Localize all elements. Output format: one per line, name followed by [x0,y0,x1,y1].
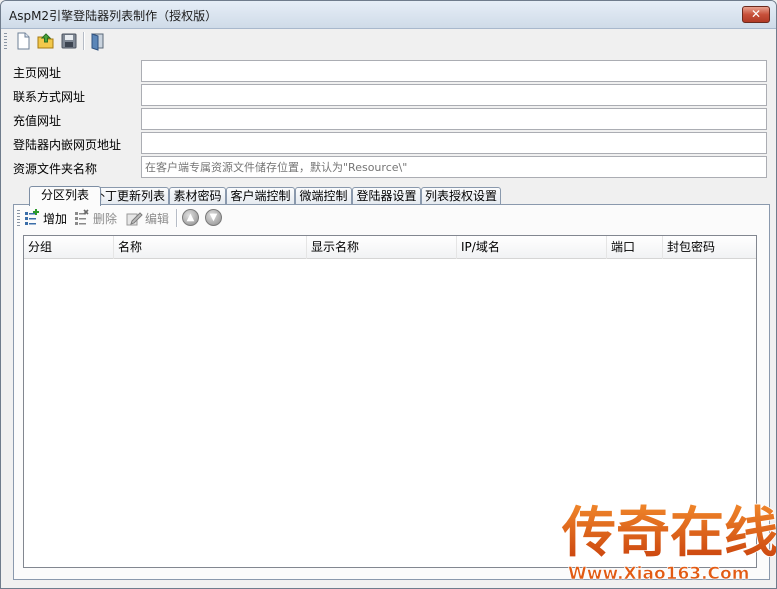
tab-asset-password[interactable]: 素材密码 [169,187,226,205]
add-row-icon [25,209,39,225]
move-down-button[interactable]: ▼ [205,209,222,226]
open-folder-icon [37,33,54,49]
column-header-group[interactable]: 分组 [24,236,114,259]
toolbar-separator [83,32,84,50]
list-toolbar: 增加 删除 编辑 ▲ ▼ [14,205,769,231]
move-up-button[interactable]: ▲ [182,209,199,226]
delete-row-icon [75,209,89,225]
new-file-button[interactable] [13,31,33,51]
arrow-down-icon: ▼ [209,212,218,223]
resource-folder-label: 资源文件夹名称 [13,162,98,176]
recharge-input[interactable] [141,108,767,130]
save-button[interactable] [59,31,79,51]
tab-strip: 分区列表 补丁更新列表 素材密码 客户端控制 微端控制 登陆器设置 列表授权设置 [15,186,775,206]
new-file-icon [17,32,30,50]
tab-server-list[interactable]: 分区列表 [29,186,101,206]
watermark-logo: 传奇在线 Www.Xiao163.Com [556,479,776,587]
tab-patch-list[interactable]: 补丁更新列表 [89,187,169,205]
close-button[interactable]: ✕ [742,6,770,23]
list-toolbar-grip[interactable] [17,210,20,226]
main-window: AspM2引擎登陆器列表制作（授权版） ✕ 主页网址 联系方式网址 充值网址 登… [0,0,777,589]
edit-pencil-icon [126,212,143,226]
tab-list-license[interactable]: 列表授权设置 [421,187,501,205]
save-icon [61,33,77,49]
edit-button-label: 编辑 [145,211,170,226]
column-header-ip-domain[interactable]: IP/域名 [457,236,607,259]
exit-button[interactable] [88,31,108,51]
homepage-input[interactable] [141,60,767,82]
exit-icon [91,33,104,51]
contact-label: 联系方式网址 [13,90,86,104]
toolbar-grip[interactable] [4,33,7,49]
tab-microclient-control[interactable]: 微端控制 [295,187,352,205]
recharge-label: 充值网址 [13,114,62,128]
add-button[interactable]: 增加 [23,208,67,228]
add-button-label: 增加 [43,211,68,226]
embedded-page-input[interactable] [141,132,767,154]
column-header-port[interactable]: 端口 [607,236,663,259]
main-toolbar [1,29,776,53]
edit-button[interactable]: 编辑 [125,208,169,228]
list-header: 分组 名称 显示名称 IP/域名 端口 封包密码 [24,236,756,259]
tab-launcher-settings[interactable]: 登陆器设置 [352,187,421,205]
title-bar: AspM2引擎登陆器列表制作（授权版） ✕ [1,1,776,29]
column-header-name[interactable]: 名称 [114,236,307,259]
contact-input[interactable] [141,84,767,106]
window-title: AspM2引擎登陆器列表制作（授权版） [9,9,218,23]
embedded-page-label: 登陆器内嵌网页地址 [13,138,122,152]
arrow-up-icon: ▲ [186,212,195,223]
resource-folder-input[interactable] [141,156,767,178]
column-header-packet-password[interactable]: 封包密码 [663,236,756,259]
open-button[interactable] [36,31,56,51]
delete-button-label: 删除 [93,211,118,226]
delete-button[interactable]: 删除 [73,208,117,228]
list-toolbar-separator [176,209,177,227]
watermark-logo-text: 传奇在线 [561,500,776,564]
tab-client-control[interactable]: 客户端控制 [226,187,295,205]
watermark-url: Www.Xiao163.Com [568,564,749,584]
column-header-display-name[interactable]: 显示名称 [307,236,457,259]
homepage-label: 主页网址 [13,66,62,80]
